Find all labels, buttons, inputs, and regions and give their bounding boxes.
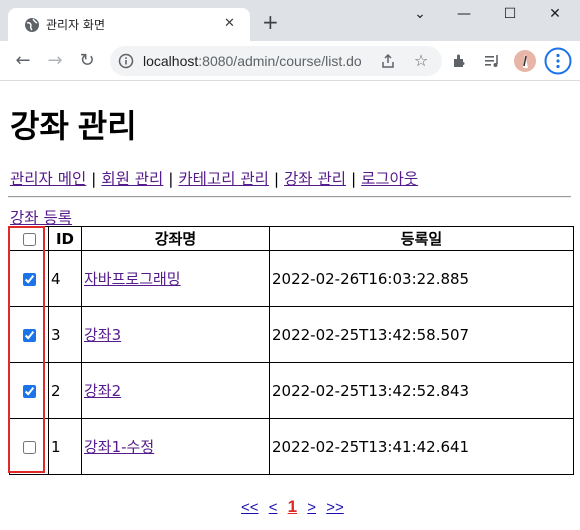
tab-search-icon[interactable]: ⌄: [405, 6, 435, 26]
back-icon[interactable]: ←: [12, 50, 34, 72]
pager-current-page[interactable]: 1: [288, 497, 297, 516]
table-header-row: ID 강좌명 등록일: [9, 226, 574, 251]
column-header-date: 등록일: [269, 226, 574, 251]
table-row: 1 강좌1-수정 2022-02-25T13:41:42.641: [9, 418, 574, 475]
course-name-link[interactable]: 강좌1-수정: [84, 438, 154, 456]
star-icon[interactable]: ☆: [410, 50, 432, 72]
column-header-name: 강좌명: [81, 226, 270, 251]
menu-member-management[interactable]: 회원 관리: [101, 170, 163, 188]
course-table: ID 강좌명 등록일 4 자바프로그래밍 2022-02-26T16:03:22…: [9, 226, 574, 475]
new-tab-button[interactable]: +: [262, 12, 279, 32]
window-close-button[interactable]: ✕: [540, 6, 570, 26]
url-text[interactable]: localhost:8080/admin/course/list.do: [143, 53, 362, 69]
menu-course-management[interactable]: 강좌 관리: [284, 170, 346, 188]
row-name-cell: 강좌1-수정: [81, 418, 270, 475]
row-id: 2: [48, 362, 82, 419]
pager-prev[interactable]: <: [269, 499, 278, 516]
reload-icon[interactable]: ↻: [76, 50, 98, 72]
row-name-cell: 강좌2: [81, 362, 270, 419]
row-date: 2022-02-25T13:42:52.843: [269, 362, 574, 419]
row-id: 3: [48, 306, 82, 363]
course-name-link[interactable]: 강좌2: [84, 382, 121, 400]
share-icon[interactable]: [380, 53, 396, 69]
table-row: 4 자바프로그래밍 2022-02-26T16:03:22.885: [9, 250, 574, 307]
pagination: << < 1 > >>: [241, 497, 350, 517]
close-tab-icon[interactable]: ✕: [224, 16, 235, 31]
course-register-link[interactable]: 강좌 등록: [10, 209, 72, 227]
row-name-cell: 자바프로그래밍: [81, 250, 270, 307]
row-date: 2022-02-25T13:42:58.507: [269, 306, 574, 363]
browser-tab[interactable]: [8, 8, 250, 41]
media-icon[interactable]: [484, 53, 502, 69]
profile-avatar[interactable]: [514, 50, 536, 72]
info-icon[interactable]: [118, 53, 134, 69]
course-name-link[interactable]: 자바프로그래밍: [84, 270, 181, 288]
row-date: 2022-02-25T13:41:42.641: [269, 418, 574, 475]
forward-icon[interactable]: →: [44, 50, 66, 72]
menu-separator: |: [168, 170, 174, 188]
pager-last[interactable]: >>: [326, 499, 344, 516]
menu-separator: |: [350, 170, 357, 188]
pager-first[interactable]: <<: [241, 499, 259, 516]
menu-separator: |: [91, 170, 97, 188]
divider: [8, 196, 571, 198]
minimize-button[interactable]: —: [449, 6, 479, 26]
menu-separator: |: [273, 170, 280, 188]
menu-logout[interactable]: 로그아웃: [361, 170, 418, 188]
table-row: 2 강좌2 2022-02-25T13:42:52.843: [9, 362, 574, 419]
page-title: 강좌 관리: [10, 108, 137, 144]
row-id: 1: [48, 418, 82, 475]
menu-admin-main[interactable]: 관리자 메인: [10, 170, 86, 188]
register-area: 강좌 등록: [10, 206, 72, 228]
row-id: 4: [48, 250, 82, 307]
checkbox-highlight-box: [8, 226, 45, 473]
menu-category-management[interactable]: 카테고리 관리: [178, 170, 269, 188]
extensions-icon[interactable]: [452, 53, 468, 69]
row-name-cell: 강좌3: [81, 306, 270, 363]
menu-icon[interactable]: [544, 47, 572, 75]
maximize-button[interactable]: ☐: [495, 6, 525, 26]
tab-title: 관리자 화면: [46, 18, 106, 32]
pager-next[interactable]: >: [307, 499, 316, 516]
column-header-id: ID: [48, 226, 82, 251]
admin-menu: 관리자 메인 | 회원 관리 | 카테고리 관리 | 강좌 관리 | 로그아웃: [10, 167, 418, 189]
course-name-link[interactable]: 강좌3: [84, 326, 121, 344]
globe-icon: [25, 18, 39, 32]
row-date: 2022-02-26T16:03:22.885: [269, 250, 574, 307]
table-row: 3 강좌3 2022-02-25T13:42:58.507: [9, 306, 574, 363]
